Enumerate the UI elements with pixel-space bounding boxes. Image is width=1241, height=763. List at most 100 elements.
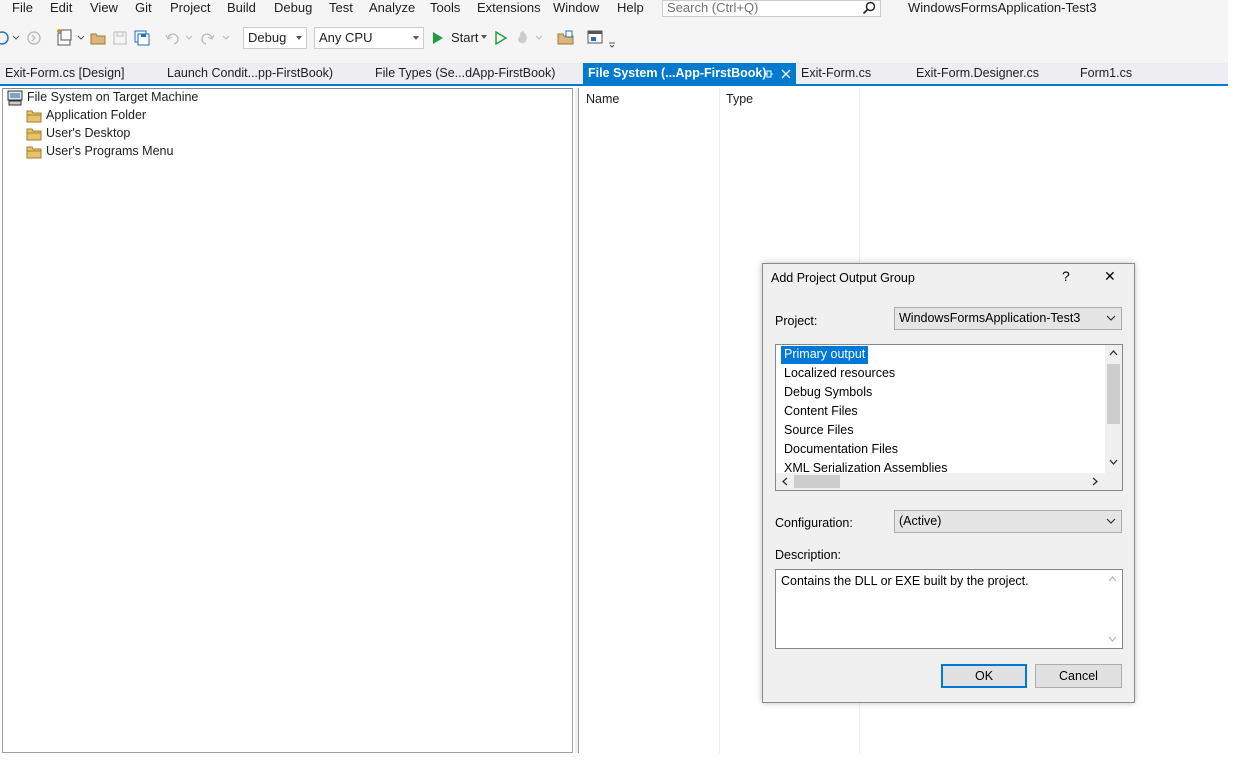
tab-file-system[interactable]: File System (...App-FirstBook) (583, 63, 796, 85)
configuration-label: Configuration: (775, 516, 853, 530)
project-select-value: WindowsFormsApplication-Test3 (899, 311, 1081, 325)
column-divider (719, 88, 720, 753)
help-button[interactable]: ? (1062, 268, 1070, 284)
scroll-left-icon[interactable] (781, 477, 788, 486)
new-project-icon[interactable] (56, 29, 86, 50)
tab-exit-form-designer[interactable]: Exit-Form.Designer.cs (911, 63, 1075, 85)
search-icon[interactable] (862, 1, 876, 18)
folder-icon (26, 146, 42, 159)
browse-folder-icon[interactable] (557, 30, 575, 49)
list-item-source-files[interactable]: Source Files (781, 422, 856, 440)
chevron-down-icon (413, 36, 419, 40)
horizontal-scroll-thumb[interactable] (794, 475, 840, 488)
description-label: Description: (775, 548, 841, 562)
configuration-select-value: (Active) (899, 514, 942, 528)
computer-icon (7, 90, 23, 106)
solution-configuration-value: Debug (248, 30, 287, 45)
menu-view[interactable]: View (90, 0, 118, 17)
document-tab-strip: Exit-Form.cs [Design] Launch Condit...pp… (0, 63, 1228, 85)
project-label: Project: (775, 314, 818, 328)
vertical-scrollbar[interactable] (1105, 345, 1122, 473)
tab-label: Exit-Form.Designer.cs (916, 66, 1039, 80)
description-box: Contains the DLL or EXE built by the pro… (775, 569, 1123, 649)
scroll-up-icon[interactable] (1109, 349, 1118, 356)
save-all-icon[interactable] (134, 30, 150, 49)
output-group-list[interactable]: Primary output Localized resources Debug… (775, 344, 1123, 491)
vertical-scroll-thumb[interactable] (1107, 364, 1120, 424)
tab-file-types[interactable]: File Types (Se...dApp-FirstBook) (370, 63, 582, 85)
solution-title: WindowsFormsApplication-Test3 (908, 0, 1097, 15)
play-icon (433, 32, 443, 44)
undo-icon[interactable] (164, 29, 194, 50)
project-select[interactable]: WindowsFormsApplication-Test3 (894, 307, 1122, 330)
save-icon[interactable] (112, 30, 128, 49)
tab-label: File System (...App-FirstBook) (588, 66, 767, 80)
toolbar: Debug Any CPU Start (0, 17, 1228, 63)
tab-label: File Types (Se...dApp-FirstBook) (375, 66, 556, 80)
menu-build[interactable]: Build (227, 0, 256, 17)
scroll-down-icon[interactable] (1108, 636, 1117, 643)
menu-git[interactable]: Git (135, 0, 152, 17)
menu-help[interactable]: Help (617, 0, 644, 17)
navigate-forward-icon[interactable] (26, 30, 42, 49)
tree-root-label: File System on Target Machine (27, 90, 199, 104)
scroll-right-icon[interactable] (1092, 477, 1099, 486)
menu-extensions[interactable]: Extensions (477, 0, 541, 17)
solution-platform-value: Any CPU (319, 30, 373, 45)
tab-exit-form-design[interactable]: Exit-Form.cs [Design] (0, 63, 158, 85)
ok-button[interactable]: OK (941, 664, 1027, 688)
chevron-down-icon (481, 35, 487, 39)
chevron-down-icon (1106, 518, 1116, 524)
dialog-title: Add Project Output Group (771, 271, 915, 285)
menu-project[interactable]: Project (170, 0, 210, 17)
tab-launch-conditions[interactable]: Launch Condit...pp-FirstBook) (162, 63, 370, 85)
dialog-close-button[interactable]: ✕ (1104, 268, 1116, 285)
list-item-primary-output[interactable]: Primary output (781, 346, 869, 364)
menu-bar: File Edit View Git Project Build Debug T… (0, 0, 1228, 17)
tab-label: Form1.cs (1080, 66, 1133, 80)
file-system-tree[interactable]: File System on Target Machine Applicatio… (2, 88, 573, 753)
redo-icon[interactable] (200, 29, 232, 50)
tab-exit-form-cs[interactable]: Exit-Form.cs (796, 63, 910, 85)
pin-icon[interactable] (763, 69, 773, 79)
start-label: Start (451, 30, 479, 45)
navigate-back-icon[interactable] (0, 30, 20, 49)
menu-edit[interactable]: Edit (50, 0, 72, 17)
tab-underline (0, 84, 1228, 86)
list-item-documentation-files[interactable]: Documentation Files (781, 441, 901, 459)
open-folder-icon[interactable] (90, 30, 106, 49)
solution-configuration-select[interactable]: Debug (243, 27, 307, 49)
add-project-output-group-dialog: Add Project Output Group ? ✕ Project: Wi… (762, 263, 1135, 703)
list-item-content-files[interactable]: Content Files (781, 403, 861, 421)
tree-item-label: User's Programs Menu (46, 144, 174, 158)
solution-platform-select[interactable]: Any CPU (314, 27, 424, 49)
scroll-up-icon[interactable] (1108, 575, 1117, 582)
layout-icon[interactable] (587, 29, 619, 52)
horizontal-scrollbar[interactable] (776, 473, 1106, 490)
description-text: Contains the DLL or EXE built by the pro… (781, 574, 1029, 588)
start-button[interactable]: Start (432, 28, 492, 48)
cancel-button[interactable]: Cancel (1035, 664, 1122, 688)
menu-analyze[interactable]: Analyze (369, 0, 415, 17)
list-item-debug-symbols[interactable]: Debug Symbols (781, 384, 875, 402)
menu-file[interactable]: File (12, 0, 33, 17)
menu-window[interactable]: Window (553, 0, 599, 17)
list-item-localized-resources[interactable]: Localized resources (781, 365, 898, 383)
search-input[interactable]: Search (Ctrl+Q) (662, 0, 881, 17)
column-header-type[interactable]: Type (726, 92, 753, 106)
menu-debug[interactable]: Debug (274, 0, 312, 17)
hot-reload-icon[interactable] (516, 29, 546, 50)
start-without-debugging-icon[interactable] (494, 30, 508, 48)
folder-icon (26, 128, 42, 141)
tab-form1[interactable]: Form1.cs (1075, 63, 1171, 85)
scrollbar-corner (1105, 473, 1122, 490)
configuration-select[interactable]: (Active) (894, 510, 1122, 533)
column-header-name[interactable]: Name (586, 92, 619, 106)
menu-tools[interactable]: Tools (430, 0, 460, 17)
search-placeholder: Search (Ctrl+Q) (667, 0, 759, 15)
tab-label: Exit-Form.cs [Design] (5, 66, 125, 80)
menu-test[interactable]: Test (329, 0, 353, 17)
folder-icon (26, 110, 42, 123)
close-icon[interactable] (781, 69, 791, 79)
scroll-down-icon[interactable] (1109, 459, 1118, 466)
